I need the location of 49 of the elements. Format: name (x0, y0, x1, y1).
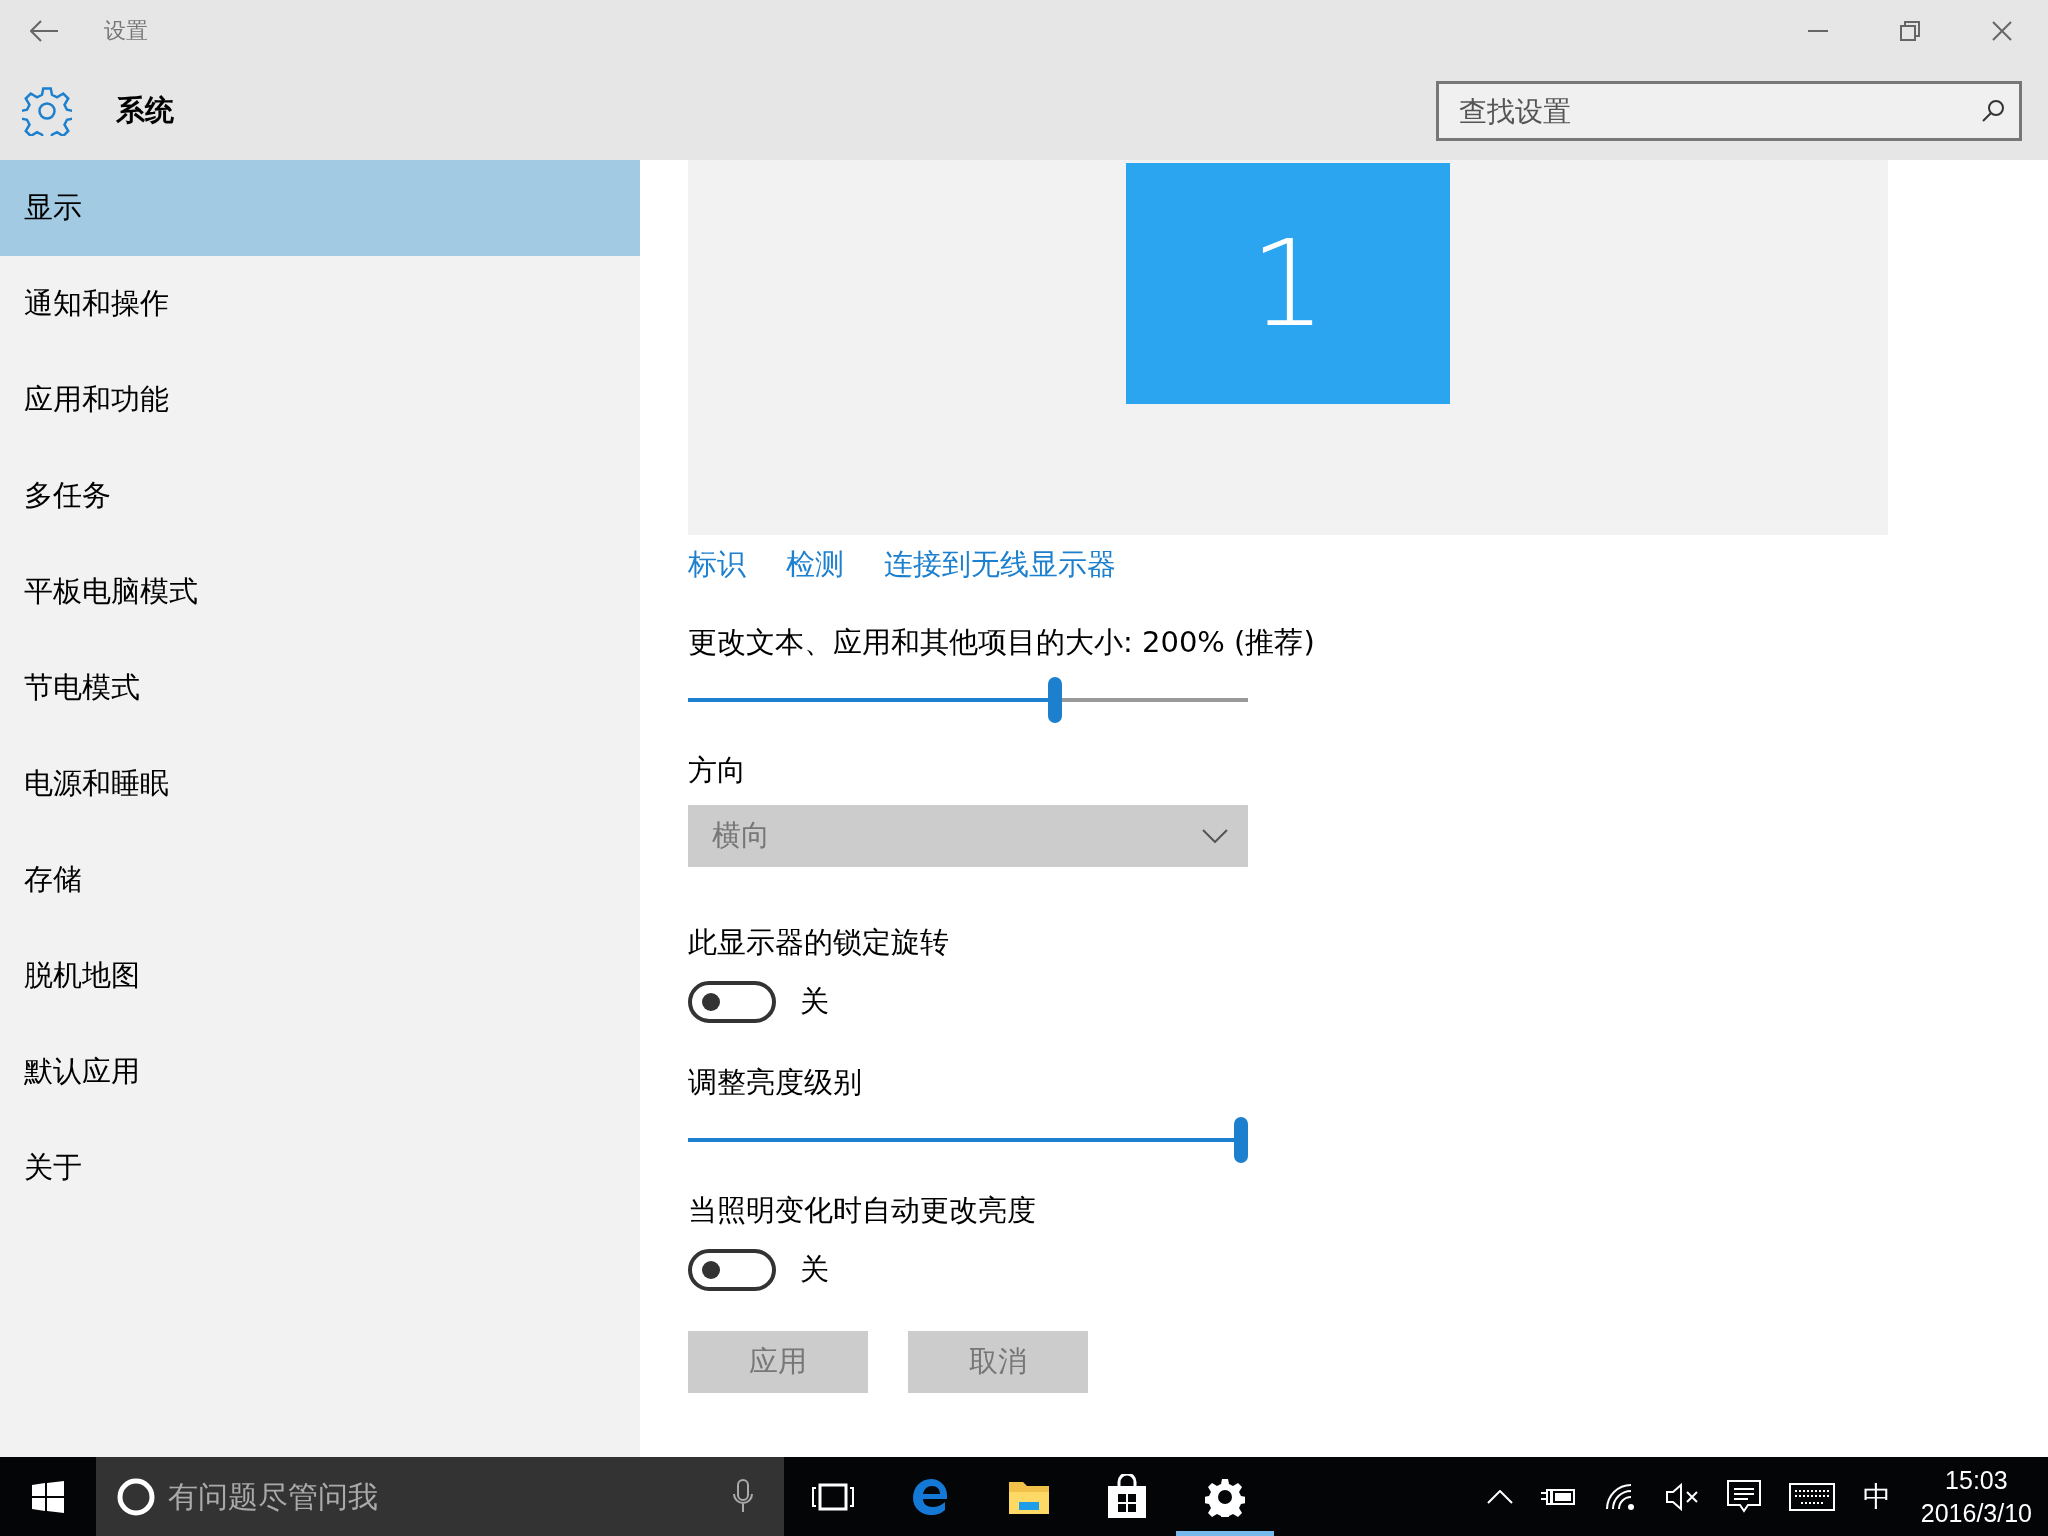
sidebar-item[interactable]: 默认应用 (0, 1024, 640, 1120)
setting-label: 当照明变化时自动更改亮度 (688, 1192, 1036, 1229)
chevron-down-icon (1202, 829, 1228, 843)
speaker-muted-icon (1664, 1482, 1699, 1511)
sidebar-item[interactable]: 关于 (0, 1120, 640, 1216)
minimize-icon (1808, 30, 1828, 32)
toggle-switch[interactable] (688, 1249, 776, 1291)
keyboard-icon (1788, 1482, 1835, 1511)
toggle-state: 关 (800, 1251, 829, 1288)
sidebar-item[interactable]: 多任务 (0, 448, 640, 544)
sidebar-item[interactable]: 平板电脑模式 (0, 544, 640, 640)
toggle-switch[interactable] (688, 981, 776, 1023)
link[interactable]: 连接到无线显示器 (884, 545, 1116, 585)
sidebar-item[interactable]: 通知和操作 (0, 256, 640, 352)
windows-logo-icon (32, 1480, 64, 1513)
sidebar-item[interactable]: 应用和功能 (0, 352, 640, 448)
search-field[interactable]: 查找设置 (1436, 81, 2022, 141)
page-title: 系统 (116, 92, 175, 129)
circle-icon (116, 1477, 156, 1517)
search-icon[interactable] (1981, 99, 2005, 123)
task-view-icon (812, 1482, 854, 1511)
sidebar-item[interactable]: 存储 (0, 832, 640, 928)
microphone-icon[interactable] (732, 1479, 754, 1513)
window-title: 设置 (104, 17, 149, 45)
shopping-bag-icon (1106, 1473, 1148, 1520)
link[interactable]: 标识 (688, 545, 746, 585)
toggle-state: 关 (800, 983, 829, 1020)
settings-icon (22, 86, 72, 136)
message-icon (1726, 1479, 1761, 1514)
slider-thumb[interactable] (1234, 1117, 1248, 1163)
sidebar-item[interactable]: 电源和睡眠 (0, 736, 640, 832)
setting-label: 方向 (688, 752, 746, 789)
chevron-up-icon (1486, 1489, 1513, 1504)
restore-icon (1900, 21, 1920, 41)
clock-button[interactable]: 15:03 2016/3/10 (1904, 1457, 2048, 1536)
sidebar-item[interactable]: 显示 (0, 160, 640, 256)
input-method-button[interactable]: 中 (1848, 1457, 1905, 1536)
close-icon (1992, 21, 2012, 41)
slider-thumb[interactable] (1048, 677, 1063, 723)
sidebar-item[interactable]: 脱机地图 (0, 928, 640, 1024)
back-icon[interactable] (30, 20, 58, 42)
setting-label: 更改文本、应用和其他项目的大小: 200% (推荐) (688, 624, 1315, 661)
setting-label: 此显示器的锁定旋转 (688, 924, 949, 961)
setting-label: 调整亮度级别 (688, 1064, 862, 1101)
sidebar-item[interactable]: 节电模式 (0, 640, 640, 736)
link[interactable]: 检测 (786, 545, 844, 585)
wifi-icon (1604, 1482, 1637, 1511)
settings-icon (1205, 1476, 1245, 1517)
taskbar-search-field[interactable]: 有问题尽管问我 (96, 1457, 784, 1536)
